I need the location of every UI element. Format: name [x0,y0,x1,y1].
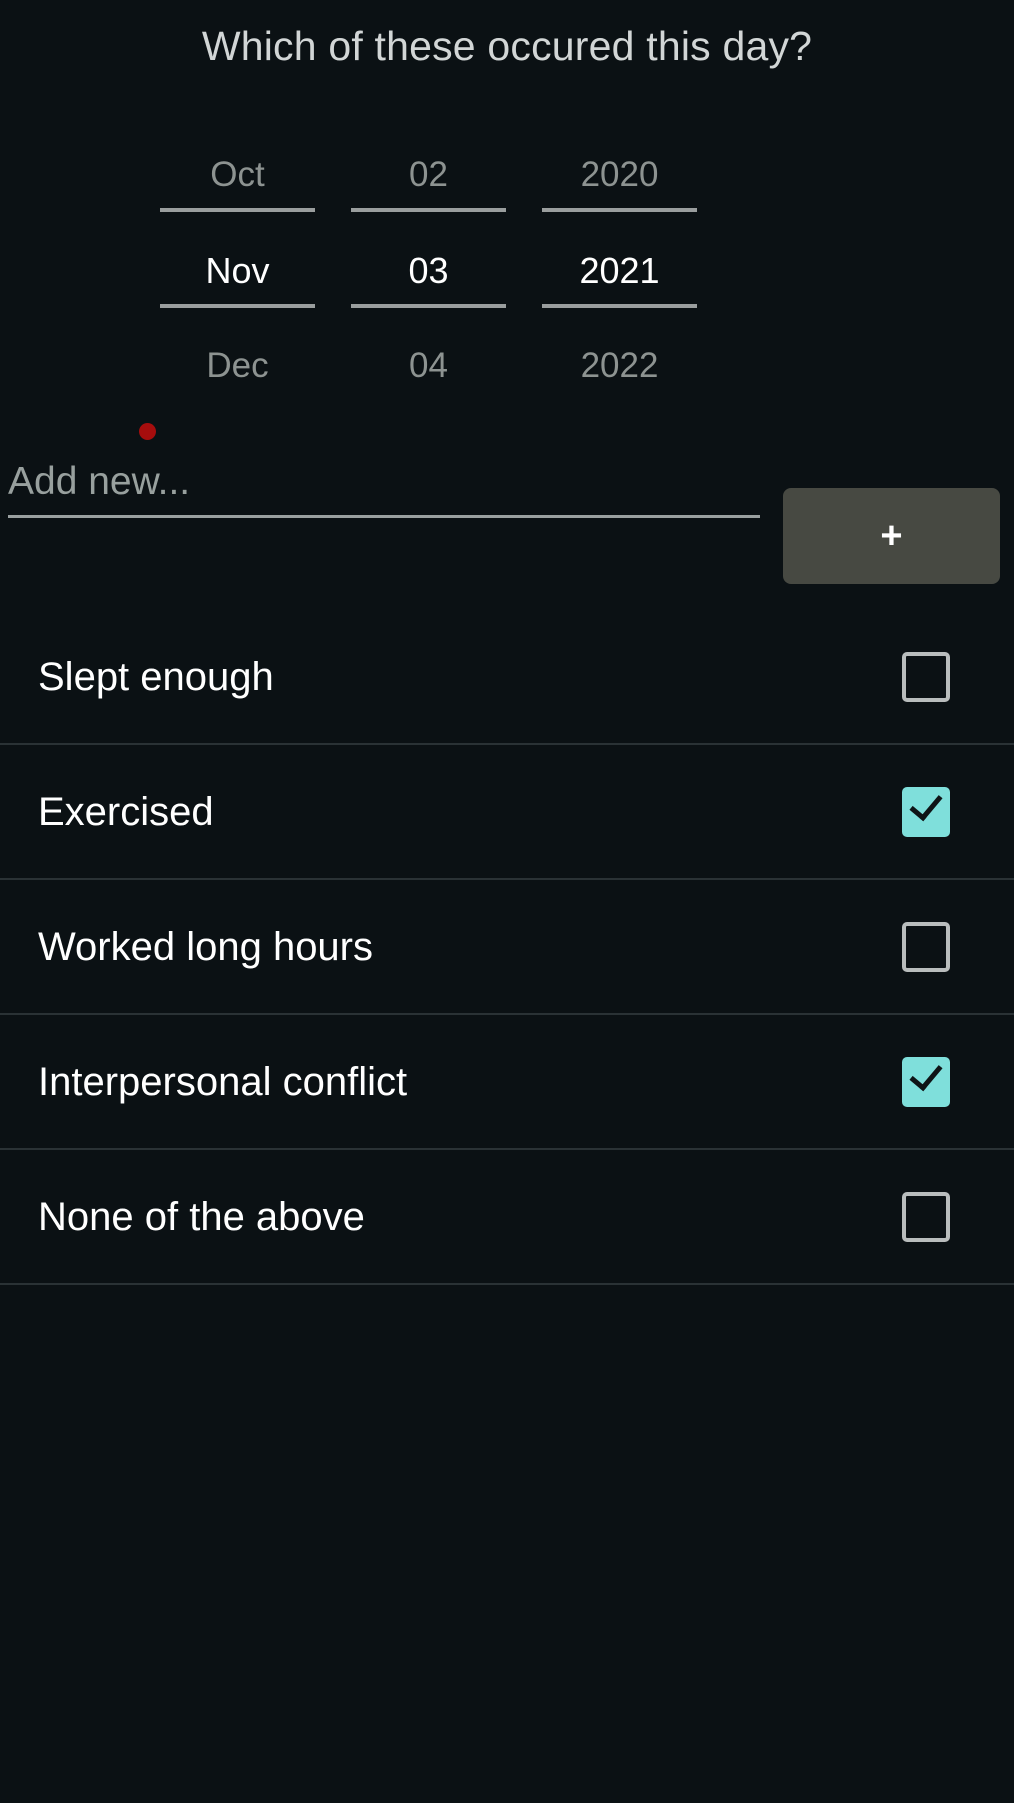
day-next-value[interactable]: 04 [351,343,506,389]
checkbox-unchecked-icon[interactable] [902,921,950,972]
checkmark-icon [909,1056,943,1091]
add-item-button[interactable]: + [783,488,1000,584]
checklist-row-none-of-the-above[interactable]: None of the above [0,1150,1014,1285]
checklist-row-exercised[interactable]: Exercised [0,745,1014,880]
checklist-item-label: Slept enough [38,654,274,699]
day-divider-bottom [351,304,506,308]
checklist-row-worked-long-hours[interactable]: Worked long hours [0,880,1014,1015]
page-title: Which of these occured this day? [201,23,813,69]
date-picker[interactable]: Oct Nov Dec 02 03 04 2020 2021 2022 [0,140,1014,440]
checkbox-unchecked-icon[interactable] [902,1191,950,1242]
checklist-item-label: Worked long hours [38,924,373,969]
checklist-item-label: Interpersonal conflict [38,1059,408,1104]
day-divider-top [351,208,506,212]
day-selected-value[interactable]: 03 [351,248,506,294]
year-divider-top [542,208,697,212]
checkbox-unchecked-icon[interactable] [902,651,950,702]
checklist-item-label: Exercised [38,789,214,834]
date-picker-month-column[interactable]: Oct Nov Dec [160,140,315,390]
day-previous-value[interactable]: 02 [351,152,506,198]
year-next-value[interactable]: 2022 [542,343,697,389]
year-selected-value[interactable]: 2021 [542,248,697,294]
month-selected-value[interactable]: Nov [160,248,315,294]
checkbox-checked-icon[interactable] [902,1056,950,1107]
checkmark-icon [909,786,943,821]
add-new-input-wrapper [8,452,760,518]
month-divider-bottom [160,304,315,308]
date-picker-day-column[interactable]: 02 03 04 [351,140,506,390]
year-previous-value[interactable]: 2020 [542,152,697,198]
month-divider-top [160,208,315,212]
month-next-value[interactable]: Dec [160,343,315,389]
checklist-row-interpersonal-conflict[interactable]: Interpersonal conflict [0,1015,1014,1150]
month-previous-value[interactable]: Oct [160,152,315,198]
year-divider-bottom [542,304,697,308]
checkbox-checked-icon[interactable] [902,786,950,837]
checklist: Slept enough Exercised Worked long hours… [0,610,1014,1285]
add-new-input[interactable] [8,452,760,512]
checklist-row-slept-enough[interactable]: Slept enough [0,610,1014,745]
habit-tracker-screen: Which of these occured this day? Oct Nov… [0,0,1014,1803]
checklist-item-label: None of the above [38,1194,365,1239]
date-picker-year-column[interactable]: 2020 2021 2022 [542,140,697,390]
